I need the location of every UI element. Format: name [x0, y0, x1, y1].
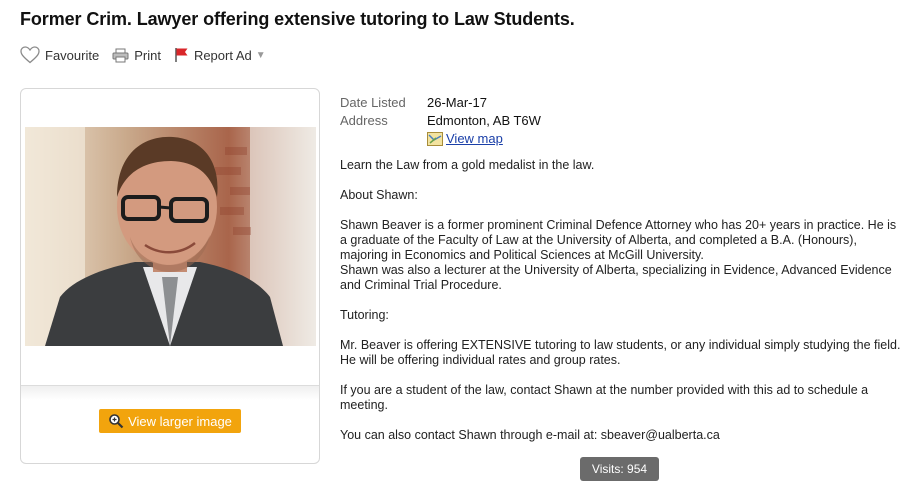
chevron-down-icon[interactable]: ▼ — [256, 50, 266, 61]
date-listed-value: 26-Mar-17 — [427, 95, 487, 110]
heart-icon — [20, 46, 40, 64]
view-larger-image-label: View larger image — [128, 413, 232, 429]
print-label: Print — [134, 47, 161, 63]
description-paragraph: You can also contact Shawn through e-mai… — [340, 428, 720, 442]
visits-badge: Visits: 954 — [580, 457, 659, 481]
description-line: Shawn Beaver is a former prominent Crimi… — [340, 218, 897, 262]
action-bar: Favourite Print Report Ad ▼ — [20, 46, 279, 64]
ad-description: Learn the Law from a gold medalist in th… — [340, 158, 905, 458]
photo-panel: View larger image — [20, 88, 320, 464]
description-paragraph: Mr. Beaver is offering EXTENSIVE tutorin… — [340, 338, 901, 367]
description-paragraph: If you are a student of the law, contact… — [340, 383, 869, 412]
view-map-link[interactable]: View map — [427, 130, 541, 148]
address-row: Address Edmonton, AB T6W View map — [340, 112, 541, 148]
description-paragraph: Learn the Law from a gold medalist in th… — [340, 158, 595, 172]
ad-title: Former Crim. Lawyer offering extensive t… — [20, 9, 575, 29]
description-paragraph: Shawn Beaver is a former prominent Crimi… — [340, 218, 905, 293]
description-paragraph: Tutoring: — [340, 308, 389, 322]
report-ad-button[interactable]: Report Ad ▼ — [174, 47, 266, 63]
description-line: Shawn was also a lecturer at the Univers… — [340, 263, 892, 292]
print-button[interactable]: Print — [112, 48, 161, 63]
printer-icon — [112, 48, 129, 62]
date-listed-label: Date Listed — [340, 95, 406, 110]
address-label: Address — [340, 113, 388, 128]
favourite-label: Favourite — [45, 47, 100, 63]
view-larger-image-button[interactable]: View larger image — [99, 409, 241, 433]
flag-icon — [175, 48, 188, 62]
listing-photo[interactable] — [25, 127, 316, 346]
listing-details: Date Listed 26-Mar-17 Address Edmonton, … — [340, 94, 541, 148]
report-ad-label: Report Ad — [193, 47, 252, 63]
date-listed-row: Date Listed 26-Mar-17 — [340, 94, 541, 112]
photo-divider — [21, 385, 319, 400]
view-map-label: View map — [446, 131, 503, 146]
favourite-button[interactable]: Favourite — [20, 46, 99, 64]
address-value: Edmonton, AB T6W — [427, 113, 541, 128]
map-icon — [427, 132, 443, 146]
magnifier-icon — [109, 414, 124, 429]
description-paragraph: About Shawn: — [340, 188, 418, 202]
